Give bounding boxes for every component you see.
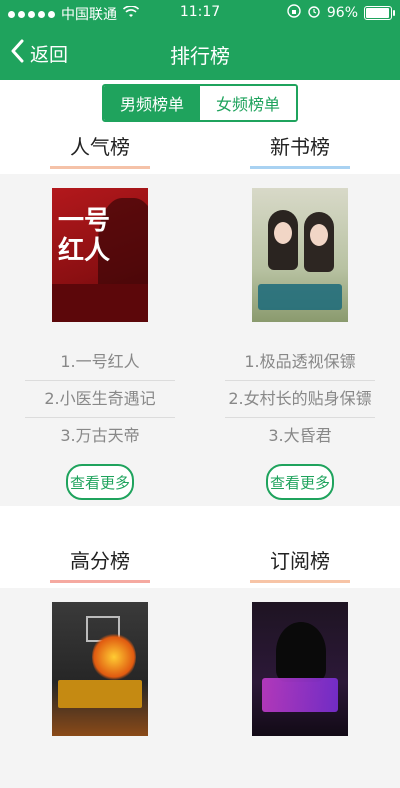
battery-fill [366, 8, 389, 18]
status-right: 96% [287, 4, 395, 22]
book-cover-image[interactable] [252, 188, 348, 322]
list-item[interactable]: 1.一号红人 [25, 344, 175, 381]
popular-ranking-title: 人气榜 [70, 135, 130, 159]
section-gap [0, 506, 400, 540]
cover-art-title [262, 678, 338, 712]
new-books-ranking-column: 1.极品透视保镖 2.女村长的贴身保镖 3.大昏君 查看更多 [200, 174, 400, 506]
section-body [0, 588, 400, 788]
ranking-section-1: 人气榜 新书榜 一号 红人 1.一号红人 2.小医生奇遇记 3.万古天帝 查看更多 [0, 126, 400, 506]
status-bar: 中国联通 11:17 96% [0, 0, 400, 26]
book-cover-image[interactable]: 一号 红人 [52, 188, 148, 322]
cover-art-title: 一号 红人 [58, 206, 111, 266]
new-books-ranking-title: 新书榜 [270, 135, 330, 159]
alarm-icon [307, 4, 321, 22]
popular-ranking-header[interactable]: 人气榜 [0, 126, 200, 174]
high-score-ranking-header[interactable]: 高分榜 [0, 540, 200, 588]
view-more-button[interactable]: 查看更多 [66, 464, 134, 500]
cover-art-title [258, 284, 342, 310]
new-books-ranking-list: 1.极品透视保镖 2.女村长的贴身保镖 3.大昏君 [225, 344, 375, 454]
popular-ranking-list: 1.一号红人 2.小医生奇遇记 3.万古天帝 [25, 344, 175, 454]
section-header-row: 高分榜 订阅榜 [0, 540, 400, 588]
subscription-ranking-underline [250, 580, 350, 583]
high-score-ranking-underline [50, 580, 150, 583]
tab-male-ranking[interactable]: 男频榜单 [104, 86, 200, 120]
tab-female-ranking[interactable]: 女频榜单 [200, 86, 296, 120]
list-item[interactable]: 2.小医生奇遇记 [25, 381, 175, 418]
new-books-ranking-underline [250, 166, 350, 169]
subscription-ranking-header[interactable]: 订阅榜 [200, 540, 400, 588]
new-books-ranking-header[interactable]: 新书榜 [200, 126, 400, 174]
book-cover-image[interactable] [252, 602, 348, 736]
subscription-ranking-column [200, 588, 400, 788]
popular-ranking-underline [50, 166, 150, 169]
list-item[interactable]: 1.极品透视保镖 [225, 344, 375, 381]
battery-percent: 96% [326, 5, 358, 21]
rotation-lock-icon [287, 4, 301, 22]
high-score-ranking-column [0, 588, 200, 788]
segment-wrapper: 男频榜单 女频榜单 [0, 80, 400, 126]
cover-art [274, 222, 292, 244]
cover-art-title [58, 680, 142, 708]
nav-bar: 返回 排行榜 [0, 26, 400, 80]
cover-art [276, 622, 326, 682]
section-body: 一号 红人 1.一号红人 2.小医生奇遇记 3.万古天帝 查看更多 1.极品透视保… [0, 174, 400, 506]
battery-icon [364, 6, 395, 20]
subscription-ranking-title: 订阅榜 [270, 549, 330, 573]
list-item[interactable]: 3.大昏君 [225, 418, 375, 454]
list-item[interactable]: 2.女村长的贴身保镖 [225, 381, 375, 418]
view-more-button[interactable]: 查看更多 [266, 464, 334, 500]
high-score-ranking-title: 高分榜 [70, 549, 130, 573]
cover-art [92, 632, 136, 682]
page-title: 排行榜 [170, 44, 230, 68]
cover-art [310, 224, 328, 246]
gender-segmented-control: 男频榜单 女频榜单 [102, 84, 298, 122]
ranking-section-2: 高分榜 订阅榜 [0, 540, 400, 788]
list-item[interactable]: 3.万古天帝 [25, 418, 175, 454]
section-header-row: 人气榜 新书榜 [0, 126, 400, 174]
cover-art-band [52, 284, 148, 322]
popular-ranking-column: 一号 红人 1.一号红人 2.小医生奇遇记 3.万古天帝 查看更多 [0, 174, 200, 506]
book-cover-image[interactable] [52, 602, 148, 736]
